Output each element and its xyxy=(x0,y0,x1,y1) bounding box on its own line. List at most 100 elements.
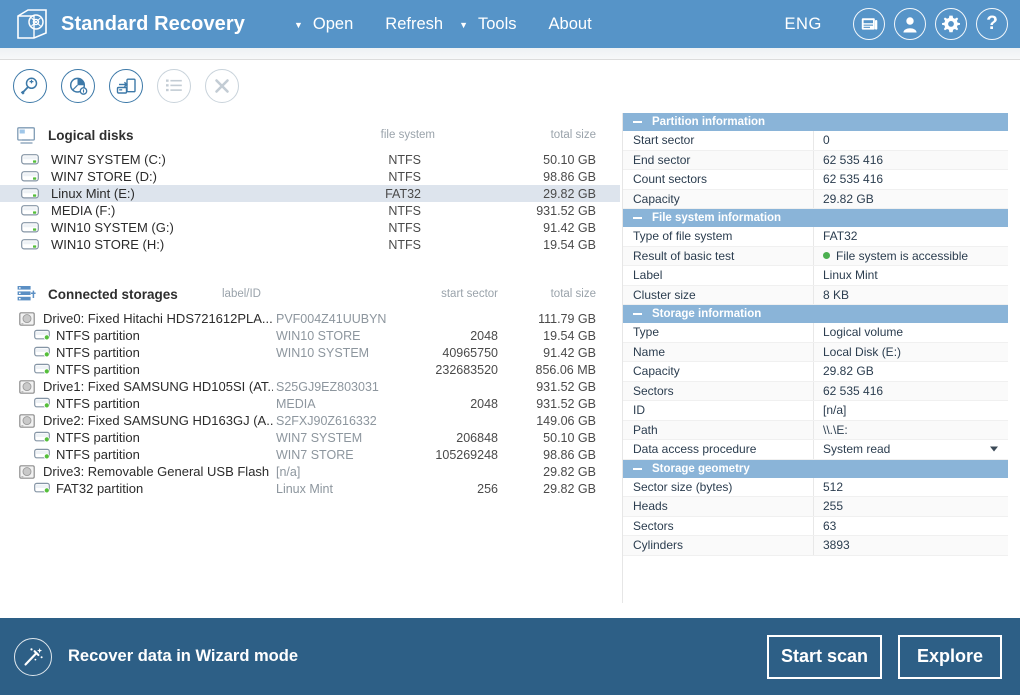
storage-row-total-size: 19.54 GB xyxy=(543,328,596,343)
storage-drive-row[interactable]: Drive2: Fixed SAMSUNG HD163GJ (A... S2FXJ… xyxy=(0,412,620,429)
storage-drive-row[interactable]: Drive1: Fixed SAMSUNG HD105SI (AT... S25G… xyxy=(0,378,620,395)
header-actions: ENG ? xyxy=(784,0,1008,48)
storage-partition-row[interactable]: NTFS partition WIN7 STORE 105269248 98.86 G… xyxy=(0,446,620,463)
info-row-key: Heads xyxy=(633,499,668,514)
storage-partition-row[interactable]: NTFS partition WIN10 STORE 2048 19.54 GB xyxy=(0,327,620,344)
column-header-start-sector: start sector xyxy=(441,288,498,300)
logical-disk-row[interactable]: WIN10 SYSTEM (G:) NTFS 91.42 GB xyxy=(0,219,620,236)
info-row-value: [n/a] xyxy=(823,403,847,418)
logical-disk-row[interactable]: WIN7 STORE (D:) NTFS 98.86 GB xyxy=(0,168,620,185)
device-tree-panel: Logical disks file system total size WIN… xyxy=(0,113,620,613)
logical-disk-name: WIN10 SYSTEM (G:) xyxy=(51,220,174,235)
logical-disk-file-system: NTFS xyxy=(388,237,421,252)
logical-disk-name: MEDIA (F:) xyxy=(51,203,116,218)
storage-partition-row[interactable]: NTFS partition 232683520 856.06 MB xyxy=(0,361,620,378)
explore-button[interactable]: Explore xyxy=(898,634,1002,679)
info-group-title: File system information xyxy=(652,212,782,224)
info-row-value-cell[interactable]: System read xyxy=(813,440,1008,459)
storage-drive-row[interactable]: Drive3: Removable General USB Flash ...[… xyxy=(0,463,620,480)
partition-icon xyxy=(34,363,51,375)
info-row: End sector 62 535 416 xyxy=(623,150,1008,170)
storage-row-name: NTFS partition xyxy=(56,328,140,343)
info-row-value-cell: 62 535 416 xyxy=(813,381,1008,400)
info-group-body: Start sector 0 End sector 62 535 416 Count s… xyxy=(623,131,1008,209)
minus-collapse-icon[interactable] xyxy=(633,217,642,219)
info-row-value-cell: 29.82 GB xyxy=(813,362,1008,381)
minus-collapse-icon[interactable] xyxy=(633,467,642,470)
disk-copy-transfer-icon[interactable] xyxy=(109,69,143,103)
logical-disk-row[interactable]: WIN7 SYSTEM (C:) NTFS 50.10 GB xyxy=(0,151,620,168)
storage-row-total-size: 91.42 GB xyxy=(543,345,596,360)
column-header-total-size: total size xyxy=(550,129,596,141)
gear-settings-icon[interactable] xyxy=(935,8,967,40)
info-group-header[interactable]: Storage information xyxy=(623,305,1008,323)
menu-item-refresh[interactable]: Refresh xyxy=(376,11,452,38)
info-row-value: \\.\E: xyxy=(823,422,848,437)
info-row-value: FAT32 xyxy=(823,229,858,244)
menu-item-open[interactable]: Open xyxy=(304,11,362,38)
info-row-key: Path xyxy=(633,422,658,437)
info-row-key: Result of basic test xyxy=(633,248,735,263)
wizard-mode-link[interactable]: Recover data in Wizard mode xyxy=(14,637,298,676)
news-panel-icon[interactable] xyxy=(853,8,885,40)
info-row-value-cell: File system is accessible xyxy=(813,246,1008,265)
info-group-header[interactable]: Partition information xyxy=(623,113,1008,131)
chevron-down-icon-open[interactable]: ▼ xyxy=(294,20,303,30)
info-group-header[interactable]: File system information xyxy=(623,209,1008,227)
info-row-value: 255 xyxy=(823,499,844,514)
storage-row-total-size: 111.79 GB xyxy=(538,311,596,326)
logical-disk-row[interactable]: WIN10 STORE (H:) NTFS 19.54 GB xyxy=(0,236,620,253)
chevron-down-icon-tools[interactable]: ▼ xyxy=(459,20,468,30)
info-row: Cylinders 3893 xyxy=(623,536,1008,556)
info-row-value: System read xyxy=(823,442,891,457)
storage-partition-row[interactable]: NTFS partition WIN10 SYSTEM 40965750 91.42 … xyxy=(0,344,620,361)
storage-row-total-size: 29.82 GB xyxy=(543,464,596,479)
storage-row-name: NTFS partition xyxy=(56,447,140,462)
logical-disk-name: WIN7 SYSTEM (C:) xyxy=(51,152,166,167)
info-row-key: Capacity xyxy=(633,364,680,379)
main-menu: ▼ Open Refresh ▼ Tools About xyxy=(287,11,601,38)
info-row-value: 8 KB xyxy=(823,287,850,302)
info-row-value-cell: 512 xyxy=(813,477,1008,496)
partition-icon xyxy=(34,329,51,341)
storage-row-total-size: 149.06 GB xyxy=(536,413,596,428)
minus-collapse-icon[interactable] xyxy=(633,121,642,123)
info-row-key: Start sector xyxy=(633,133,695,148)
menu-item-tools[interactable]: Tools xyxy=(469,11,526,38)
logical-disk-name: Linux Mint (E:) xyxy=(51,186,135,201)
partition-icon xyxy=(34,397,51,409)
info-row-key: Sector size (bytes) xyxy=(633,479,733,494)
language-indicator[interactable]: ENG xyxy=(784,15,822,34)
storage-partition-row[interactable]: NTFS partition WIN7 SYSTEM 206848 50.10 GB xyxy=(0,429,620,446)
connected-storages-columns: label/ID start sector total size xyxy=(178,285,620,303)
start-scan-button[interactable]: Start scan xyxy=(767,634,882,679)
menu-item-about[interactable]: About xyxy=(540,11,601,38)
folder-disk-logo-icon xyxy=(14,7,50,41)
chevron-down-icon[interactable] xyxy=(990,446,998,452)
column-header-total-size-2: total size xyxy=(550,288,596,300)
pie-chart-analysis-icon[interactable] xyxy=(61,69,95,103)
minus-collapse-icon[interactable] xyxy=(633,313,642,315)
info-group-header[interactable]: Storage geometry xyxy=(623,459,1008,478)
info-group-title: Storage geometry xyxy=(652,462,750,475)
info-row-key: End sector xyxy=(633,152,691,167)
info-row[interactable]: Data access procedure System read xyxy=(623,440,1008,460)
magnifier-scan-icon[interactable] xyxy=(13,69,47,103)
logical-disk-total-size: 29.82 GB xyxy=(543,186,596,201)
logical-disk-total-size: 19.54 GB xyxy=(543,237,596,252)
physical-drive-icon xyxy=(19,312,35,326)
storage-drive-row[interactable]: Drive0: Fixed Hitachi HDS721612PLA... PVF… xyxy=(0,310,620,327)
user-account-icon[interactable] xyxy=(894,8,926,40)
app-header: Standard Recovery ▼ Open Refresh ▼ Tools… xyxy=(0,0,1020,48)
logical-disk-file-system: NTFS xyxy=(388,152,421,167)
logical-disk-total-size: 931.52 GB xyxy=(536,203,596,218)
info-row-key: Name xyxy=(633,344,666,359)
logical-disk-row[interactable]: MEDIA (F:) NTFS 931.52 GB xyxy=(0,202,620,219)
storage-partition-row[interactable]: FAT32 partition Linux Mint 256 29.82 GB xyxy=(0,480,620,497)
logical-disk-row[interactable]: Linux Mint (E:) FAT32 29.82 GB xyxy=(0,185,620,202)
help-question-icon[interactable]: ? xyxy=(976,8,1008,40)
drive-icon xyxy=(21,205,39,216)
connected-storages-header: Connected storages label/ID start sector… xyxy=(0,281,620,307)
storage-partition-row[interactable]: NTFS partition MEDIA 2048 931.52 GB xyxy=(0,395,620,412)
info-row-value-cell: 8 KB xyxy=(813,285,1008,304)
